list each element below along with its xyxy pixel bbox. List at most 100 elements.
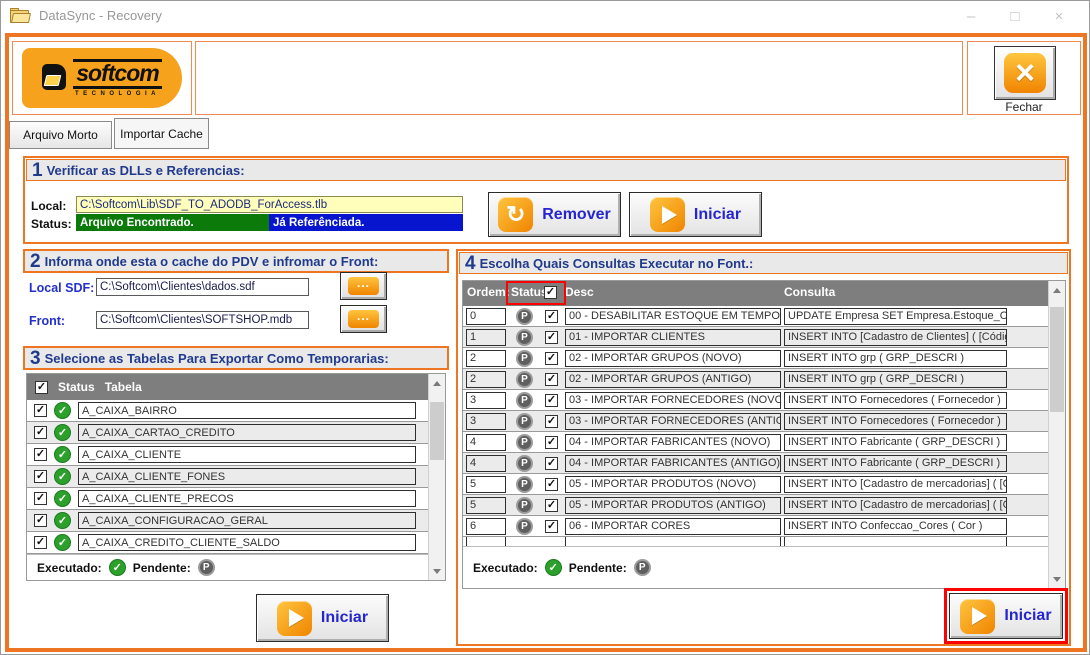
table-name-cell[interactable]: A_CAIXA_CLIENTE bbox=[78, 446, 416, 463]
desc-cell[interactable]: 06 - IMPORTAR CORES bbox=[565, 517, 781, 535]
local-sdf-field[interactable]: C:\Softcom\Clientes\dados.sdf bbox=[96, 278, 309, 296]
table-name-cell[interactable]: A_CAIXA_CREDITO_CLIENTE_SALDO bbox=[78, 534, 416, 551]
row-checkbox[interactable] bbox=[545, 414, 558, 428]
consulta-cell[interactable]: INSERT INTO Confeccao_Cores ( Cor ) bbox=[784, 517, 1007, 535]
logo-folder-icon bbox=[42, 64, 68, 92]
local-sdf-label: Local SDF: bbox=[29, 281, 95, 295]
row-checkbox[interactable] bbox=[545, 435, 558, 449]
browse-front-button[interactable]: ... bbox=[340, 305, 387, 333]
row-checkbox[interactable] bbox=[34, 470, 47, 483]
ordem-cell[interactable]: 3 bbox=[466, 391, 506, 409]
local-label: Local: bbox=[31, 199, 67, 213]
consultas-legend: Executado: Pendente: bbox=[463, 546, 1065, 588]
desc-cell[interactable]: 02 - IMPORTAR GRUPOS (NOVO) bbox=[565, 349, 781, 367]
ordem-cell[interactable]: 2 bbox=[466, 370, 506, 388]
scrollbar-thumb[interactable] bbox=[1050, 307, 1064, 412]
row-checkbox[interactable] bbox=[545, 456, 558, 470]
scroll-down-icon[interactable] bbox=[429, 563, 445, 579]
executado-icon bbox=[54, 424, 71, 441]
consulta-cell[interactable]: INSERT INTO grp ( GRP_DESCRI ) bbox=[784, 370, 1007, 388]
minimize-icon[interactable]: – bbox=[949, 1, 993, 31]
maximize-icon[interactable]: □ bbox=[993, 1, 1037, 31]
front-field[interactable]: C:\Softcom\Clientes\SOFTSHOP.mdb bbox=[96, 311, 309, 329]
table-row: A_CAIXA_CLIENTE_PRECOS bbox=[27, 488, 445, 510]
consulta-cell[interactable]: INSERT INTO [Cadastro de mercadorias] ( … bbox=[784, 475, 1007, 493]
pendente-icon bbox=[516, 391, 533, 409]
ordem-cell[interactable]: 3 bbox=[466, 412, 506, 430]
row-checkbox[interactable] bbox=[34, 536, 47, 549]
ordem-cell[interactable]: 1 bbox=[466, 328, 506, 346]
row-checkbox[interactable] bbox=[545, 351, 558, 365]
consulta-cell[interactable]: INSERT INTO Fornecedores ( Fornecedor ) bbox=[784, 412, 1007, 430]
row-checkbox[interactable] bbox=[34, 492, 47, 505]
consulta-row: 0 00 - DESABILITAR ESTOQUE EM TEMPO I UP… bbox=[463, 306, 1065, 327]
ordem-cell[interactable]: 5 bbox=[466, 496, 506, 514]
pendente-icon bbox=[197, 559, 215, 576]
row-checkbox[interactable] bbox=[34, 426, 47, 439]
scroll-up-icon[interactable] bbox=[429, 375, 445, 391]
table-name-cell[interactable]: A_CAIXA_CLIENTE_FONES bbox=[78, 468, 416, 485]
row-checkbox[interactable] bbox=[545, 393, 558, 407]
consulta-row: 2 02 - IMPORTAR GRUPOS (NOVO) INSERT INT… bbox=[463, 348, 1065, 369]
browse-sdf-button[interactable]: ... bbox=[340, 272, 387, 300]
ordem-cell[interactable]: 2 bbox=[466, 349, 506, 367]
row-checkbox[interactable] bbox=[34, 404, 47, 417]
iniciar-export-button[interactable]: Iniciar bbox=[256, 594, 389, 642]
app-folder-icon bbox=[10, 8, 32, 23]
select-all-tables-checkbox[interactable] bbox=[35, 380, 48, 394]
row-checkbox[interactable] bbox=[545, 519, 558, 533]
table-name-cell[interactable]: A_CAIXA_CONFIGURACAO_GERAL bbox=[78, 512, 416, 529]
consulta-cell[interactable]: INSERT INTO grp ( GRP_DESCRI ) bbox=[784, 349, 1007, 367]
desc-cell[interactable]: 03 - IMPORTAR FORNECEDORES (NOVO bbox=[565, 391, 781, 409]
consulta-cell[interactable]: INSERT INTO Fabricante ( GRP_DESCRI ) bbox=[784, 454, 1007, 472]
front-label: Front: bbox=[29, 314, 66, 328]
row-checkbox[interactable] bbox=[34, 448, 47, 461]
close-icon[interactable]: × bbox=[1037, 1, 1081, 31]
ordem-cell[interactable]: 4 bbox=[466, 433, 506, 451]
tables-scrollbar[interactable] bbox=[428, 374, 445, 580]
iniciar-dll-button[interactable]: Iniciar bbox=[629, 192, 762, 237]
row-checkbox[interactable] bbox=[34, 514, 47, 527]
desc-cell[interactable]: 02 - IMPORTAR GRUPOS (ANTIGO) bbox=[565, 370, 781, 388]
status-label: Status: bbox=[31, 217, 72, 231]
dll-path-field[interactable]: C:\Softcom\Lib\SDF_TO_ADODB_ForAccess.tl… bbox=[76, 196, 463, 213]
tab-arquivo-morto[interactable]: Arquivo Morto bbox=[9, 121, 112, 149]
consulta-cell[interactable]: UPDATE Empresa SET Empresa.Estoque_Co bbox=[784, 307, 1007, 325]
desc-cell[interactable]: 01 - IMPORTAR CLIENTES bbox=[565, 328, 781, 346]
desc-cell[interactable]: 00 - DESABILITAR ESTOQUE EM TEMPO I bbox=[565, 307, 781, 325]
desc-cell[interactable]: 04 - IMPORTAR FABRICANTES (NOVO) bbox=[565, 433, 781, 451]
tab-importar-cache[interactable]: Importar Cache bbox=[114, 118, 209, 149]
row-checkbox[interactable] bbox=[545, 309, 558, 323]
desc-cell[interactable]: 05 - IMPORTAR PRODUTOS (ANTIGO) bbox=[565, 496, 781, 514]
desc-cell[interactable]: 05 - IMPORTAR PRODUTOS (NOVO) bbox=[565, 475, 781, 493]
select-all-consultas-checkbox[interactable] bbox=[544, 286, 557, 299]
consultas-table-header: Ordem: Status Desc Consulta bbox=[463, 281, 1065, 306]
pendente-icon bbox=[516, 370, 533, 388]
ordem-cell[interactable]: 4 bbox=[466, 454, 506, 472]
scrollbar-thumb[interactable] bbox=[430, 402, 444, 460]
row-checkbox[interactable] bbox=[545, 477, 558, 491]
ordem-cell[interactable]: 6 bbox=[466, 517, 506, 535]
col-status-label: Status bbox=[58, 380, 95, 394]
remover-button[interactable]: ↻ Remover bbox=[488, 192, 621, 237]
table-name-cell[interactable]: A_CAIXA_CARTAO_CREDITO bbox=[78, 424, 416, 441]
table-row: A_CAIXA_CARTAO_CREDITO bbox=[27, 422, 445, 444]
scroll-up-icon[interactable] bbox=[1049, 282, 1065, 298]
scroll-down-icon[interactable] bbox=[1049, 571, 1065, 587]
consulta-cell[interactable]: INSERT INTO [Cadastro de Clientes] ( [Có… bbox=[784, 328, 1007, 346]
table-name-cell[interactable]: A_CAIXA_CLIENTE_PRECOS bbox=[78, 490, 416, 507]
desc-cell[interactable]: 03 - IMPORTAR FORNECEDORES (ANTIG bbox=[565, 412, 781, 430]
consulta-cell[interactable]: INSERT INTO [Cadastro de mercadorias] ( … bbox=[784, 496, 1007, 514]
row-checkbox[interactable] bbox=[545, 372, 558, 386]
consulta-cell[interactable]: INSERT INTO Fabricante ( GRP_DESCRI ) bbox=[784, 433, 1007, 451]
desc-cell[interactable]: 04 - IMPORTAR FABRICANTES (ANTIGO) bbox=[565, 454, 781, 472]
fechar-button[interactable]: × bbox=[994, 46, 1056, 100]
ordem-cell[interactable]: 0 bbox=[466, 307, 506, 325]
consulta-cell[interactable]: INSERT INTO Fornecedores ( Fornecedor ) bbox=[784, 391, 1007, 409]
row-checkbox[interactable] bbox=[545, 498, 558, 512]
iniciar-consultas-button[interactable]: Iniciar bbox=[949, 593, 1063, 639]
row-checkbox[interactable] bbox=[545, 330, 558, 344]
ordem-cell[interactable]: 5 bbox=[466, 475, 506, 493]
table-name-cell[interactable]: A_CAIXA_BAIRRO bbox=[78, 402, 416, 419]
consultas-scrollbar[interactable] bbox=[1048, 281, 1065, 588]
